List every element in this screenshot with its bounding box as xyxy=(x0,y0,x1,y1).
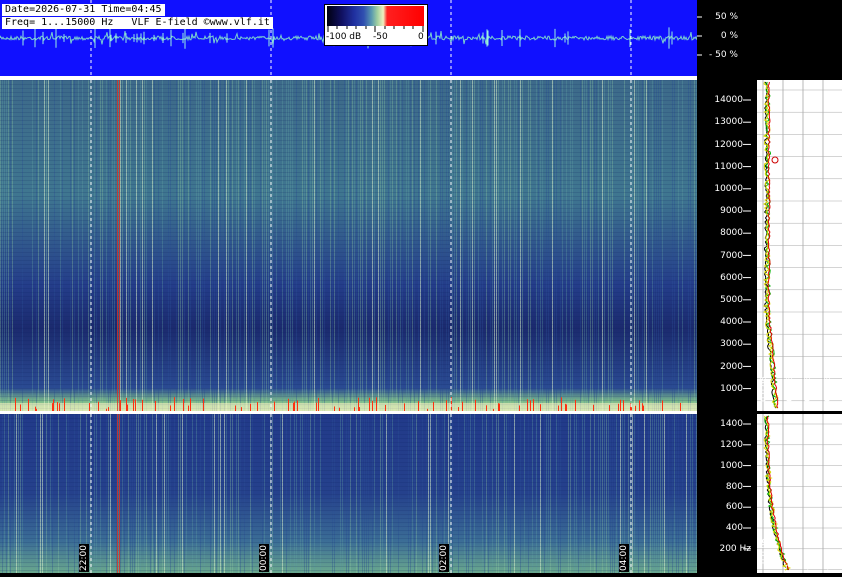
time-label-2200: 22:00 xyxy=(79,544,89,572)
db-label: -20.0 dB xyxy=(823,376,832,410)
scale-0-label: 0 % xyxy=(720,31,738,41)
date-time-label: Date=2026-07-31 Time=04:45 xyxy=(2,4,165,16)
spectrogram-image xyxy=(0,414,697,573)
freq-tick: 1000 xyxy=(720,461,743,471)
colorbar-min-label: -100 dB xyxy=(326,32,362,42)
freq-tick: 14000 xyxy=(714,95,743,105)
freq-tick: 400 xyxy=(725,523,743,533)
db-label: 0.0 dB xyxy=(759,376,768,402)
db-label: -20.0 dB xyxy=(823,538,832,572)
waveform-scale: 50 % 0 % - 50 % xyxy=(697,0,842,76)
db-label: 0.0 dB xyxy=(759,538,768,564)
frequency-range-label: Freq= 1...15000 Hz VLF E-field ©www.vlf.… xyxy=(2,17,273,29)
freq-tick: 600 xyxy=(725,502,743,512)
db-label: -20.0 dB xyxy=(785,376,794,410)
freq-tick: 1200 xyxy=(720,440,743,450)
spectrogram-image xyxy=(0,80,697,411)
freq-tick: 7000 xyxy=(720,251,743,261)
freq-tick: 9000 xyxy=(720,206,743,216)
freq-tick: 200 Hz xyxy=(719,544,751,554)
spectrum-profile-bottom: 0.0 dB -20.0 dB -40.0 dB -20.0 dB xyxy=(757,414,842,573)
spectrogram-low-range: 22:00 00:00 02:00 04:00 xyxy=(0,414,697,573)
time-label-0400: 04:00 xyxy=(619,544,629,572)
colorbar-max-label: 0 xyxy=(418,32,424,42)
frequency-axis-bottom: 1400 1200 1000 800 600 400 200 Hz xyxy=(697,414,757,573)
db-label: -40.0 dB xyxy=(803,538,812,572)
spectrum-profile-top: 0.0 dB -20.0 dB -40.0 dB -20.0 dB xyxy=(757,80,842,411)
freq-tick: 5000 xyxy=(720,295,743,305)
scale-50-label: 50 % xyxy=(715,12,738,22)
freq-tick: 4000 xyxy=(720,317,743,327)
freq-tick: 12000 xyxy=(714,140,743,150)
freq-tick: 2000 xyxy=(720,362,743,372)
db-label: -20.0 dB xyxy=(785,538,794,572)
time-label-0200: 02:00 xyxy=(439,544,449,572)
freq-tick: 8000 xyxy=(720,228,743,238)
colorbar-mid-label: -50 xyxy=(373,32,388,42)
time-label-0000: 00:00 xyxy=(259,544,269,572)
freq-tick: 10000 xyxy=(714,184,743,194)
freq-tick: 3000 xyxy=(720,339,743,349)
colorbar-gradient xyxy=(327,6,424,26)
freq-tick: 13000 xyxy=(714,117,743,127)
freq-tick: 11000 xyxy=(714,162,743,172)
freq-tick: 1400 xyxy=(720,419,743,429)
spectrogram-full-range xyxy=(0,80,697,411)
freq-tick: 6000 xyxy=(720,273,743,283)
frequency-axis-top: 14000 13000 12000 11000 10000 9000 8000 … xyxy=(697,80,757,411)
scale-minus50-label: - 50 % xyxy=(709,50,738,60)
db-colorbar: -100 dB -50 0 xyxy=(324,4,428,46)
freq-tick: 1000 xyxy=(720,384,743,394)
db-label: -40.0 dB xyxy=(803,376,812,410)
freq-tick: 800 xyxy=(725,482,743,492)
profile-plot xyxy=(757,80,842,411)
